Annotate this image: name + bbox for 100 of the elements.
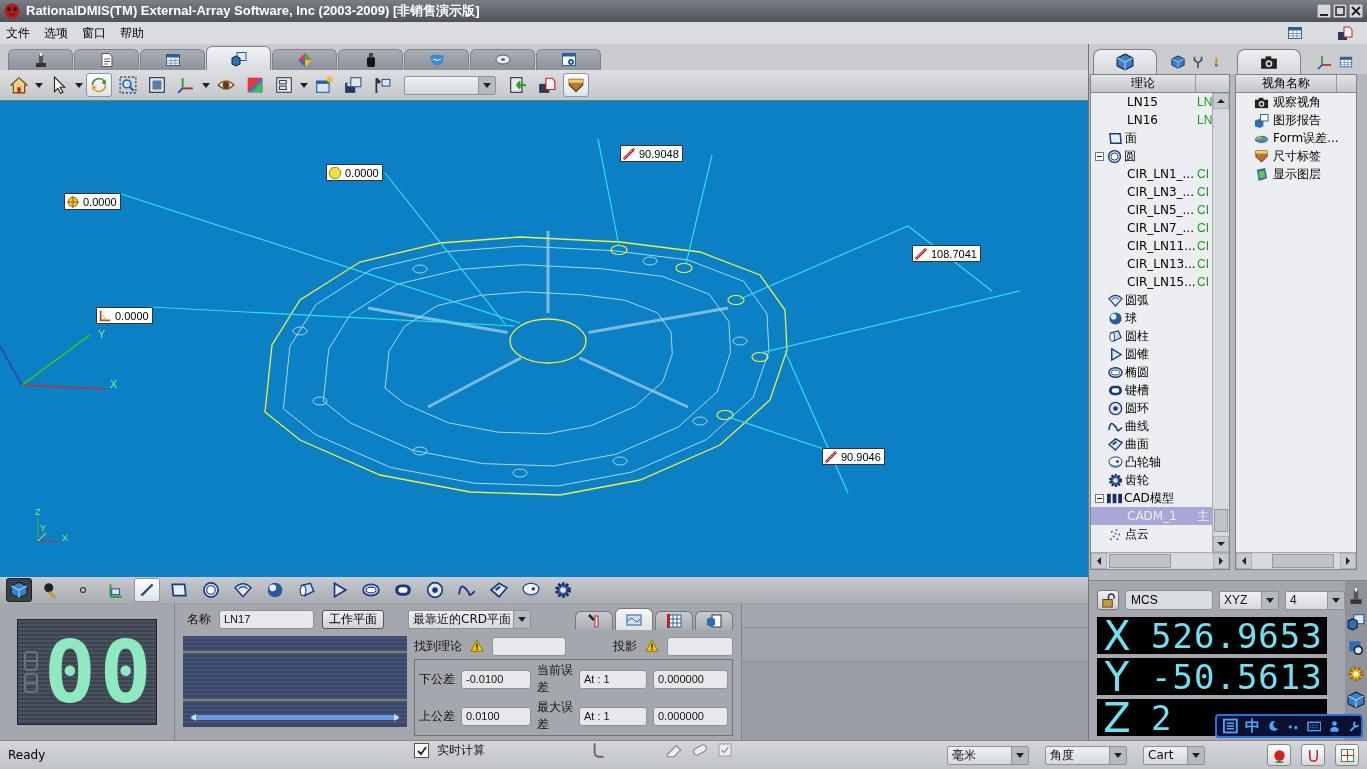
angle-dropdown[interactable]: 角度 [1045,745,1127,765]
status-button[interactable] [1301,744,1325,766]
picture-icon[interactable] [148,76,166,94]
coordinate-dropdown[interactable]: Cart [1143,745,1205,765]
tree-item[interactable]: CIR_LN5_... CI [1091,201,1212,219]
scroll-right-icon[interactable] [1213,553,1229,569]
position-field[interactable]: At : 1 [579,706,647,726]
tree-item[interactable]: 圆柱 [1091,327,1212,345]
unit-dropdown[interactable]: 毫米 [947,745,1029,765]
axes-icon[interactable] [1317,54,1333,70]
view-tab[interactable] [140,49,205,70]
view-item[interactable]: 观察视角 [1254,93,1356,111]
sphere-icon[interactable] [266,581,284,599]
view-item[interactable]: 图形报告 [1254,111,1356,129]
torus-icon[interactable] [426,581,444,599]
name-field[interactable]: LN17 [219,609,314,629]
window-icon[interactable] [315,76,333,94]
scroll-right-icon[interactable] [1340,553,1356,569]
error-field[interactable]: 0.000000 [653,669,728,689]
precision-dropdown[interactable]: 4 [1285,590,1345,610]
panel-tab[interactable] [1237,49,1301,74]
wrench-icon[interactable] [1348,719,1362,733]
tree-item[interactable]: 曲线 [1091,417,1212,435]
view-item[interactable]: Form误差... [1254,129,1356,147]
surface-icon[interactable] [490,581,508,599]
position-field[interactable]: At : 1 [579,669,647,689]
tree-item[interactable]: 面 [1091,129,1212,147]
cube-window-icon[interactable] [1347,613,1365,631]
gear-icon[interactable] [554,581,572,599]
close-icon[interactable] [1349,4,1363,18]
view-item[interactable]: 显示图层 [1254,165,1356,183]
minimize-icon[interactable] [1317,4,1331,18]
magnifier-icon[interactable] [1347,639,1365,657]
coordinate-system-field[interactable]: MCS [1125,590,1213,610]
status-button[interactable] [1267,744,1291,766]
maximize-icon[interactable] [1333,4,1347,18]
tree-item[interactable]: 圆弧 [1091,291,1212,309]
error-field[interactable]: 0.000000 [653,706,728,726]
theory-field[interactable] [492,636,566,656]
table-icon[interactable] [1285,25,1305,41]
tolerance-field[interactable]: -0.0100 [461,669,531,689]
caret-icon[interactable] [300,82,308,88]
checkbox-icon[interactable] [717,742,733,758]
tolerance-field[interactable]: 0.0100 [461,706,531,726]
tree-item[interactable]: CIR_LN1_... CI [1091,165,1212,183]
view-item[interactable]: 尺寸标签 [1254,147,1356,165]
scroll-left-icon[interactable] [1236,553,1252,569]
tree-item[interactable]: 点云 [1091,525,1212,543]
collapse-icon[interactable] [1095,493,1104,503]
export-icon[interactable] [509,76,527,94]
tree-item[interactable]: 齿轮 [1091,471,1212,489]
menu-item[interactable]: 选项 [44,24,68,42]
input-mode[interactable]: 中 [1244,716,1260,736]
cube-icon[interactable] [1347,691,1365,709]
view-tab[interactable] [536,49,601,70]
tree-item[interactable]: LN16 LN [1091,111,1212,129]
tree-item[interactable]: 椭圆 [1091,363,1212,381]
tree-item[interactable]: CIR_LN13...CI [1091,255,1212,273]
caret-icon[interactable] [75,82,83,88]
menu-item[interactable]: 窗口 [82,24,106,42]
probe-icon[interactable] [1347,587,1365,605]
cylinder-icon[interactable] [298,581,316,599]
printer-icon[interactable] [538,76,556,94]
table-icon[interactable] [1339,54,1353,70]
tree-item[interactable]: 键槽 [1091,381,1212,399]
view-tab[interactable] [8,49,73,70]
tree-item[interactable]: CAD模型 [1091,489,1212,507]
view-tab[interactable] [206,46,271,70]
plane-dropdown[interactable]: XYZ [1219,590,1279,610]
tree-item[interactable]: 圆锥 [1091,345,1212,363]
scroll-left-icon[interactable] [1091,553,1107,569]
lock-button[interactable] [1097,590,1119,610]
axes-icon[interactable] [177,76,195,94]
panel-tab[interactable] [655,611,693,630]
caret-icon[interactable] [35,82,43,88]
plane-icon[interactable] [170,581,188,599]
tree-item[interactable]: 圆 [1091,147,1212,165]
zoom-icon[interactable] [119,76,137,94]
status-button[interactable] [1335,744,1359,766]
palette-icon[interactable] [246,76,264,94]
cam-icon[interactable] [522,581,540,599]
view-tab[interactable] [74,49,139,70]
tree-item[interactable]: CIR_LN7_... CI [1091,219,1212,237]
house-icon[interactable] [10,76,28,94]
panel-tab[interactable] [1093,49,1157,74]
scroll-down-icon[interactable] [1213,536,1229,552]
tree-item[interactable]: CIR_LN15...CI [1091,273,1212,291]
ellipse-icon[interactable] [362,581,380,599]
workplane-button[interactable]: 工作平面 [322,609,384,629]
scroll-up-icon[interactable] [1213,93,1229,109]
plane-dropdown[interactable]: 最靠近的CRD平面 [408,609,531,629]
tree-item[interactable]: CIR_LN3_... CI [1091,183,1212,201]
collapse-icon[interactable] [1095,151,1104,161]
wrench-icon[interactable] [373,76,391,94]
tree-item[interactable]: 凸轮轴 [1091,453,1212,471]
toolbar-dropdown[interactable] [404,75,496,95]
cube-icon[interactable] [1171,55,1185,69]
slot-icon[interactable] [394,581,412,599]
cube-icon[interactable] [10,581,28,599]
tree-item[interactable]: 曲面 [1091,435,1212,453]
